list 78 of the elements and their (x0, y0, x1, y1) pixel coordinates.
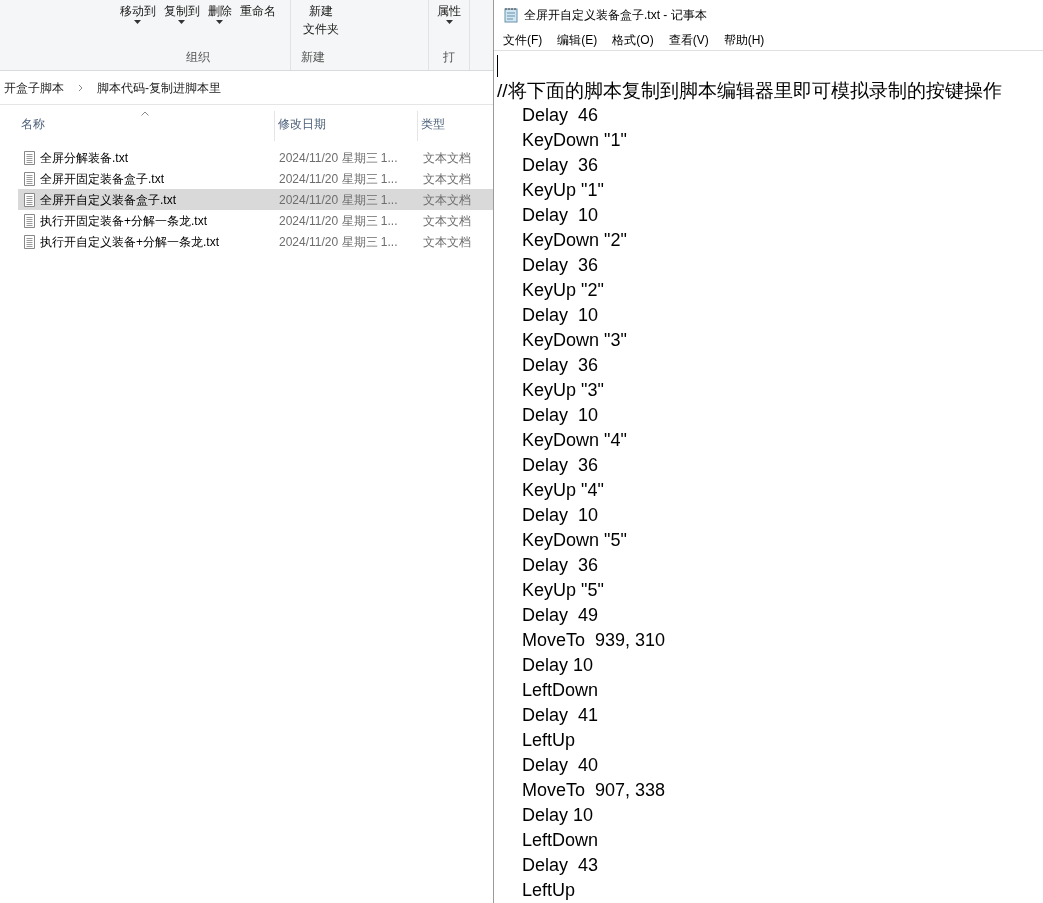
code-line: Delay 41 (522, 704, 599, 727)
modified-date: 2024/11/20 星期三 1... (279, 212, 399, 230)
code-line: LeftDown (522, 679, 599, 702)
code-line: KeyDown "1" (522, 129, 627, 152)
text-file-icon (24, 171, 35, 186)
code-line: Delay 40 (522, 754, 599, 777)
breadcrumb-item[interactable]: 开盒子脚本 (4, 78, 64, 97)
code-line: KeyDown "4" (522, 429, 627, 452)
file-type: 文本文档 (423, 191, 471, 209)
code-line: MoveTo 907, 338 (522, 779, 666, 802)
code-line: KeyUp "1" (522, 179, 604, 202)
code-line: Delay 10 (522, 404, 599, 427)
modified-date: 2024/11/20 星期三 1... (279, 149, 399, 167)
text-file-icon (24, 192, 35, 207)
text-cursor (497, 54, 498, 77)
modified-date: 2024/11/20 星期三 1... (279, 170, 399, 188)
file-name: 全屏开固定装备盒子.txt (40, 170, 165, 188)
column-header[interactable]: 名称 (18, 111, 275, 141)
code-line: MoveTo 939, 310 (522, 629, 666, 652)
text-file-icon (24, 213, 35, 228)
chevron-icon (78, 83, 83, 92)
ribbon-button[interactable]: 重命名 (237, 0, 278, 46)
code-line: KeyUp "3" (522, 379, 604, 402)
code-line: Delay 43 (522, 854, 599, 877)
modified-date: 2024/11/20 星期三 1... (279, 191, 399, 209)
column-header[interactable]: 类型 (418, 111, 493, 141)
menu-item[interactable]: 编辑(E) (554, 31, 601, 50)
code-line: KeyUp "2" (522, 279, 604, 302)
code-line: Delay 36 (522, 554, 599, 577)
code-line: Delay 10 (522, 204, 599, 227)
group-label: 组织 (185, 49, 210, 66)
text-editor[interactable] (494, 50, 1043, 903)
file-name: 执行开固定装备+分解一条龙.txt (40, 212, 208, 230)
code-line: LeftUp (522, 729, 576, 752)
code-line: Delay 10 (522, 804, 594, 827)
code-line: Delay 46 (522, 104, 599, 127)
code-line: KeyUp "5" (522, 579, 604, 602)
group-label: 打 (443, 49, 455, 66)
file-type: 文本文档 (423, 149, 471, 167)
menu-item[interactable]: 帮助(H) (720, 31, 768, 50)
file-type: 文本文档 (423, 233, 471, 251)
menu-item[interactable]: 格式(O) (609, 31, 657, 50)
file-type: 文本文档 (423, 170, 471, 188)
ribbon-button[interactable]: 移动到 (117, 0, 158, 46)
code-line: KeyDown "3" (522, 329, 627, 352)
group-label: 新建 (301, 49, 325, 66)
menu-item[interactable]: 查看(V) (665, 31, 712, 50)
menu-item[interactable]: 文件(F) (500, 31, 546, 50)
code-line: Delay 36 (522, 154, 599, 177)
notepad-icon (504, 7, 518, 24)
code-line: Delay 36 (522, 254, 599, 277)
code-line: LeftUp (522, 879, 576, 902)
ribbon-button[interactable]: 删除 (205, 0, 234, 46)
ribbon-button[interactable]: 属性 (435, 0, 463, 46)
file-type: 文本文档 (423, 212, 471, 230)
code-line: LeftDown (522, 829, 599, 852)
file-row[interactable]: 全屏开自定义装备盒子.txt 2024/11/20 星期三 1... 文本文档 (18, 189, 493, 210)
text-file-icon (24, 150, 35, 165)
modified-date: 2024/11/20 星期三 1... (279, 233, 399, 251)
code-line: KeyDown "2" (522, 229, 627, 252)
file-name: 执行开自定义装备+分解一条龙.txt (40, 233, 220, 251)
code-line: KeyDown "5" (522, 529, 627, 552)
column-header[interactable]: 修改日期 (275, 111, 418, 141)
code-line: KeyUp "4" (522, 479, 604, 502)
file-name: 全屏开自定义装备盒子.txt (40, 191, 177, 209)
code-line: Delay 36 (522, 354, 599, 377)
code-line: Delay 10 (522, 304, 599, 327)
ribbon-button[interactable]: 复制到 (161, 0, 202, 46)
code-line: Delay 36 (522, 454, 599, 477)
code-line: Delay 10 (522, 504, 599, 527)
code-line: Delay 49 (522, 604, 599, 627)
code-line: Delay 10 (522, 654, 594, 677)
file-name: 全屏分解装备.txt (40, 149, 129, 167)
breadcrumb-item[interactable]: 脚本代码-复制进脚本里 (97, 78, 221, 97)
text-file-icon (24, 234, 35, 249)
ribbon-button[interactable]: 新建 文件夹 (301, 0, 341, 46)
comment-line: //将下面的脚本复制到脚本编辑器里即可模拟录制的按键操作 (497, 79, 1002, 103)
window-title: 全屏开自定义装备盒子.txt - 记事本 (524, 7, 707, 25)
